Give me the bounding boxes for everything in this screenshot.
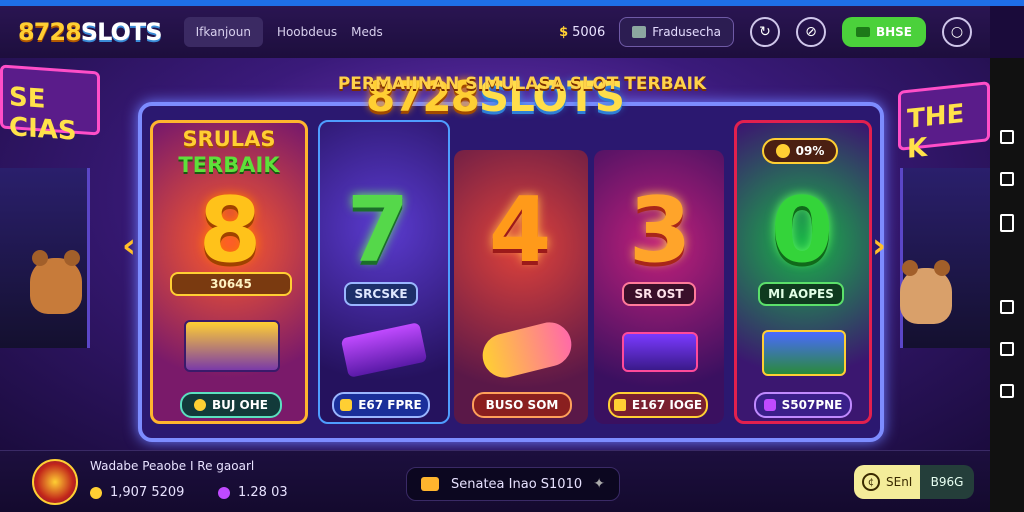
- logo-word: SLOTS: [80, 18, 163, 46]
- coin-icon: ¢: [862, 473, 880, 491]
- logo-number: 8728: [18, 18, 82, 46]
- panel-1-digit: 8: [198, 178, 262, 283]
- nav-back-icon[interactable]: [1000, 300, 1014, 314]
- phone-nav-bar: [990, 58, 1024, 512]
- claim-value[interactable]: B96G: [920, 465, 974, 499]
- notice-bar[interactable]: Senatea Inao S1010 ✦: [406, 467, 620, 501]
- hero-subtitle: PERMAIINAN SIMULASA SLOT TERBAIK: [337, 74, 707, 94]
- panel-4-button-label: E167 IOGE: [631, 398, 703, 412]
- gems-value: 1.28 03: [238, 485, 288, 500]
- settings-icon[interactable]: ⊘: [795, 17, 826, 47]
- balance-value: 5006: [572, 24, 606, 40]
- panel-4-tag: SR OST: [622, 282, 696, 306]
- deposit-button[interactable]: BHSE: [841, 17, 926, 47]
- panel-3-button-label: BUSO SOM: [485, 398, 559, 412]
- footer-bar: Wadabe Peaobe I Re gaoarl 1,907 5209 1.2…: [0, 450, 990, 512]
- panel-1-title-line-1: SRULAS: [182, 127, 276, 151]
- panel-4-button[interactable]: E167 IOGE: [608, 392, 708, 418]
- gems-stat: 1.28 03: [218, 485, 288, 500]
- panel-3-digit: 4: [488, 178, 552, 283]
- user-name: Wadabe Peaobe I Re gaoarl: [90, 459, 255, 473]
- promo-label: Fradusecha: [652, 25, 721, 39]
- panel-2-button[interactable]: E67 FPRE: [332, 392, 430, 418]
- shield-icon: [613, 399, 626, 411]
- panel-2-digit: 7: [346, 178, 410, 283]
- nav-button-label: Ifkanjoun: [195, 25, 251, 39]
- gem-icon: [218, 486, 230, 499]
- coin-icon: $: [559, 24, 569, 40]
- balance-display: $ 5006: [559, 25, 605, 40]
- panel-1-title-line-2: TERBAIK: [178, 153, 280, 177]
- coins-value: 1,907 5209: [110, 485, 185, 500]
- profile-icon[interactable]: ○: [942, 17, 972, 47]
- panel-4-digit: 3: [628, 178, 692, 283]
- panel-1-title: SRULAS TERBAIK: [150, 126, 308, 178]
- panel-5-badge-label: 09%: [795, 144, 825, 158]
- ticket-icon: [632, 26, 647, 38]
- gem-icon: [763, 399, 776, 411]
- nav-menu-icon[interactable]: [1000, 384, 1014, 398]
- panel-2-tag: SRCSKE: [344, 282, 418, 306]
- panel-5-button-label: S507PNE: [781, 398, 843, 412]
- panel-2-button-label: E67 FPRE: [358, 398, 422, 412]
- panel-1-tag: 30645: [170, 272, 292, 296]
- chevron-left-icon[interactable]: ‹: [122, 226, 136, 266]
- star-icon[interactable]: ✦: [593, 476, 605, 492]
- panel-1-button-label: BUJ OHE: [212, 398, 268, 412]
- coin-icon: [775, 144, 790, 158]
- rotate-icon[interactable]: ↻: [749, 17, 780, 47]
- site-logo[interactable]: 8728SLOTS: [18, 18, 163, 46]
- nav-link-2[interactable]: Meds: [351, 25, 383, 39]
- nav-recent-icon[interactable]: [1000, 342, 1014, 356]
- nav-link-1[interactable]: Hoobdeus: [277, 25, 337, 39]
- panel-1-button[interactable]: BUJ OHE: [180, 392, 282, 418]
- coins-stat: 1,907 5209: [90, 485, 184, 500]
- header-bar: 8728SLOTS Ifkanjoun Hoobdeus Meds $ 5006…: [0, 6, 990, 58]
- panel-5-badge: 09%: [762, 138, 838, 164]
- nav-button-active[interactable]: Ifkanjoun: [183, 17, 263, 47]
- promo-button[interactable]: Fradusecha: [619, 17, 734, 47]
- panel-5-button[interactable]: S507PNE: [754, 392, 852, 418]
- wallet-icon: [855, 27, 870, 37]
- gift-chest-icon: [622, 332, 698, 372]
- ticket-icon: [340, 399, 353, 411]
- nav-square-icon[interactable]: [1000, 172, 1014, 186]
- ticket-icon: [421, 477, 439, 491]
- nav-home-icon[interactable]: [1000, 214, 1014, 232]
- treasure-chest-icon: [184, 320, 280, 372]
- panel-5-digit: 0: [770, 178, 834, 283]
- panel-5-tag: MI AOPES: [758, 282, 844, 306]
- claim-label: SEnI: [886, 475, 913, 489]
- mascot-left: [30, 250, 82, 314]
- gem-chest-icon: [762, 330, 846, 376]
- mascot-right: [900, 260, 952, 324]
- coin-icon: [194, 399, 206, 411]
- deposit-label: BHSE: [875, 25, 912, 39]
- nav-square-icon[interactable]: [1000, 130, 1014, 144]
- notice-text: Senatea Inao S1010: [451, 476, 583, 492]
- coin-icon: [90, 486, 102, 499]
- claim-button[interactable]: ¢ SEnI: [854, 465, 920, 499]
- avatar[interactable]: [32, 459, 78, 505]
- chevron-right-icon[interactable]: ›: [872, 226, 886, 266]
- panel-3-button[interactable]: BUSO SOM: [472, 392, 572, 418]
